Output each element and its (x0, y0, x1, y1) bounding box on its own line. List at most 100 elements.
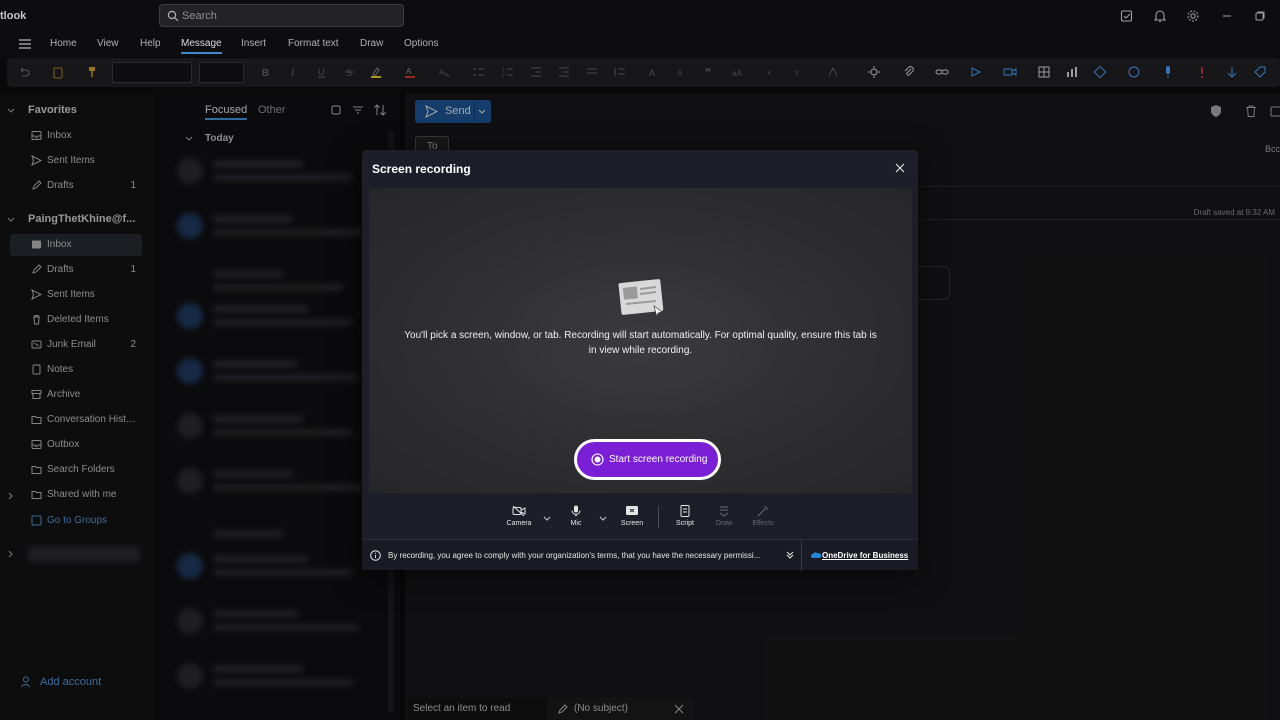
tab-draft-no-subject[interactable]: (No subject) (548, 698, 693, 720)
tab-other[interactable]: Other (258, 104, 286, 116)
folder-inbox[interactable]: Inbox (10, 234, 142, 256)
script-toggle[interactable]: Script (665, 502, 705, 538)
chevron-down-icon[interactable] (185, 135, 193, 143)
list-item[interactable] (165, 299, 365, 343)
folder-search-folders[interactable]: Search Folders (10, 459, 142, 481)
quote-icon[interactable]: ❞ (703, 65, 717, 79)
menu-draw[interactable]: Draw (360, 38, 383, 49)
folder-deleted-items[interactable]: Deleted Items (10, 309, 142, 331)
menu-options[interactable]: Options (404, 38, 438, 49)
chevron-down-icon[interactable] (543, 516, 551, 522)
menu-help[interactable]: Help (140, 38, 161, 49)
favorites-header[interactable]: Favorites (28, 104, 77, 116)
expand-chevron-icon[interactable] (785, 550, 795, 560)
importance-icon[interactable] (1195, 65, 1209, 79)
favorites-item-inbox[interactable]: Inbox (10, 125, 142, 147)
send-button[interactable]: Send (415, 100, 491, 123)
folder-outbox[interactable]: Outbox (10, 434, 142, 456)
filter-icon[interactable] (352, 104, 364, 116)
list-item[interactable] (165, 604, 365, 648)
font-color-icon[interactable]: A (403, 65, 417, 79)
clear-formatting-icon[interactable]: A (437, 65, 451, 79)
list-item[interactable] (165, 409, 365, 453)
align-icon[interactable] (585, 65, 599, 79)
screen-toggle[interactable]: Screen (612, 502, 652, 538)
favorites-item-drafts[interactable]: Drafts 1 (10, 175, 142, 197)
folder-conversation-history[interactable]: Conversation Histo... (10, 409, 142, 431)
list-item[interactable] (165, 209, 365, 253)
chevron-down-icon[interactable] (599, 516, 607, 522)
bold-icon[interactable]: B (259, 65, 273, 79)
folder-shared-with-me[interactable]: Shared with me (10, 484, 142, 506)
link-icon[interactable] (935, 65, 949, 79)
search-input[interactable] (182, 8, 392, 24)
bcc-link[interactable]: Bcc (1265, 144, 1280, 154)
folder-junk-email[interactable]: Junk Email 2 (10, 334, 142, 356)
list-item[interactable] (165, 354, 365, 398)
select-icon[interactable] (330, 104, 342, 116)
list-item[interactable] (165, 659, 365, 703)
highlight-icon[interactable] (369, 65, 383, 79)
increase-indent-icon[interactable] (557, 65, 571, 79)
chart-icon[interactable] (1065, 65, 1079, 79)
menu-message[interactable]: Message (181, 38, 222, 54)
tab-focused[interactable]: Focused (205, 104, 248, 120)
chevron-down-icon[interactable] (7, 107, 15, 115)
folder-archive[interactable]: Archive (10, 384, 142, 406)
table-icon[interactable] (1037, 65, 1051, 79)
subscript-icon[interactable]: x (765, 65, 779, 79)
favorites-item-sent[interactable]: Sent Items (10, 150, 142, 172)
list-item[interactable] (165, 464, 365, 508)
minimize-icon[interactable] (1219, 8, 1235, 24)
tab-select-item[interactable]: Select an item to read (407, 698, 547, 720)
styles-icon[interactable] (827, 65, 841, 79)
pop-out-icon[interactable] (1269, 104, 1280, 118)
list-item[interactable] (165, 154, 365, 198)
start-screen-recording-button[interactable]: Start screen recording (574, 439, 721, 480)
dictate-icon[interactable] (1161, 65, 1175, 79)
change-case-icon[interactable]: aA (731, 65, 745, 79)
onedrive-for-business-link[interactable]: OneDrive for Business (822, 551, 908, 560)
paste-icon[interactable] (51, 65, 65, 79)
low-importance-icon[interactable] (1225, 65, 1239, 79)
mic-toggle[interactable]: Mic (556, 502, 596, 538)
font-size-dropdown[interactable] (199, 62, 244, 83)
decrease-indent-icon[interactable] (529, 65, 543, 79)
text-size-icon[interactable]: A (647, 65, 661, 79)
go-to-groups-link[interactable]: Go to Groups (10, 510, 142, 532)
my-day-icon[interactable] (1119, 8, 1135, 24)
sort-icon[interactable] (373, 103, 387, 117)
menu-view[interactable]: View (97, 38, 119, 49)
close-icon[interactable] (674, 704, 684, 714)
list-item[interactable] (165, 549, 365, 593)
font-name-dropdown[interactable] (112, 62, 192, 83)
italic-icon[interactable]: I (287, 65, 301, 79)
folder-drafts[interactable]: Drafts 1 (10, 259, 142, 281)
tag-icon[interactable] (1253, 65, 1267, 79)
loop-icon[interactable] (969, 65, 983, 79)
editor-icon[interactable] (1127, 65, 1141, 79)
numbering-icon[interactable]: 12 (501, 65, 515, 79)
bell-icon[interactable] (1152, 8, 1168, 24)
format-painter-icon[interactable] (85, 65, 99, 79)
menu-home[interactable]: Home (50, 38, 77, 49)
menu-format-text[interactable]: Format text (288, 38, 339, 49)
account-header[interactable]: PaingThetKhine@f... (28, 213, 143, 225)
gear-icon[interactable] (1185, 8, 1201, 24)
chevron-down-icon[interactable] (7, 216, 15, 224)
bullets-icon[interactable] (472, 65, 486, 79)
chevron-down-icon[interactable] (478, 108, 486, 116)
close-icon[interactable] (894, 162, 906, 174)
chevron-right-icon[interactable] (7, 550, 15, 558)
folder-notes[interactable]: Notes (10, 359, 142, 381)
restore-icon[interactable] (1252, 8, 1268, 24)
menu-insert[interactable]: Insert (241, 38, 266, 49)
effects-toggle[interactable]: Effects (743, 502, 783, 538)
shrink-text-icon[interactable]: A (675, 65, 689, 79)
sensitivity-shield-icon[interactable] (1209, 104, 1223, 118)
line-spacing-icon[interactable] (613, 65, 627, 79)
superscript-icon[interactable]: x (793, 65, 807, 79)
record-video-icon[interactable] (1003, 65, 1017, 79)
folder-sent-items[interactable]: Sent Items (10, 284, 142, 306)
search-box[interactable] (159, 4, 404, 27)
